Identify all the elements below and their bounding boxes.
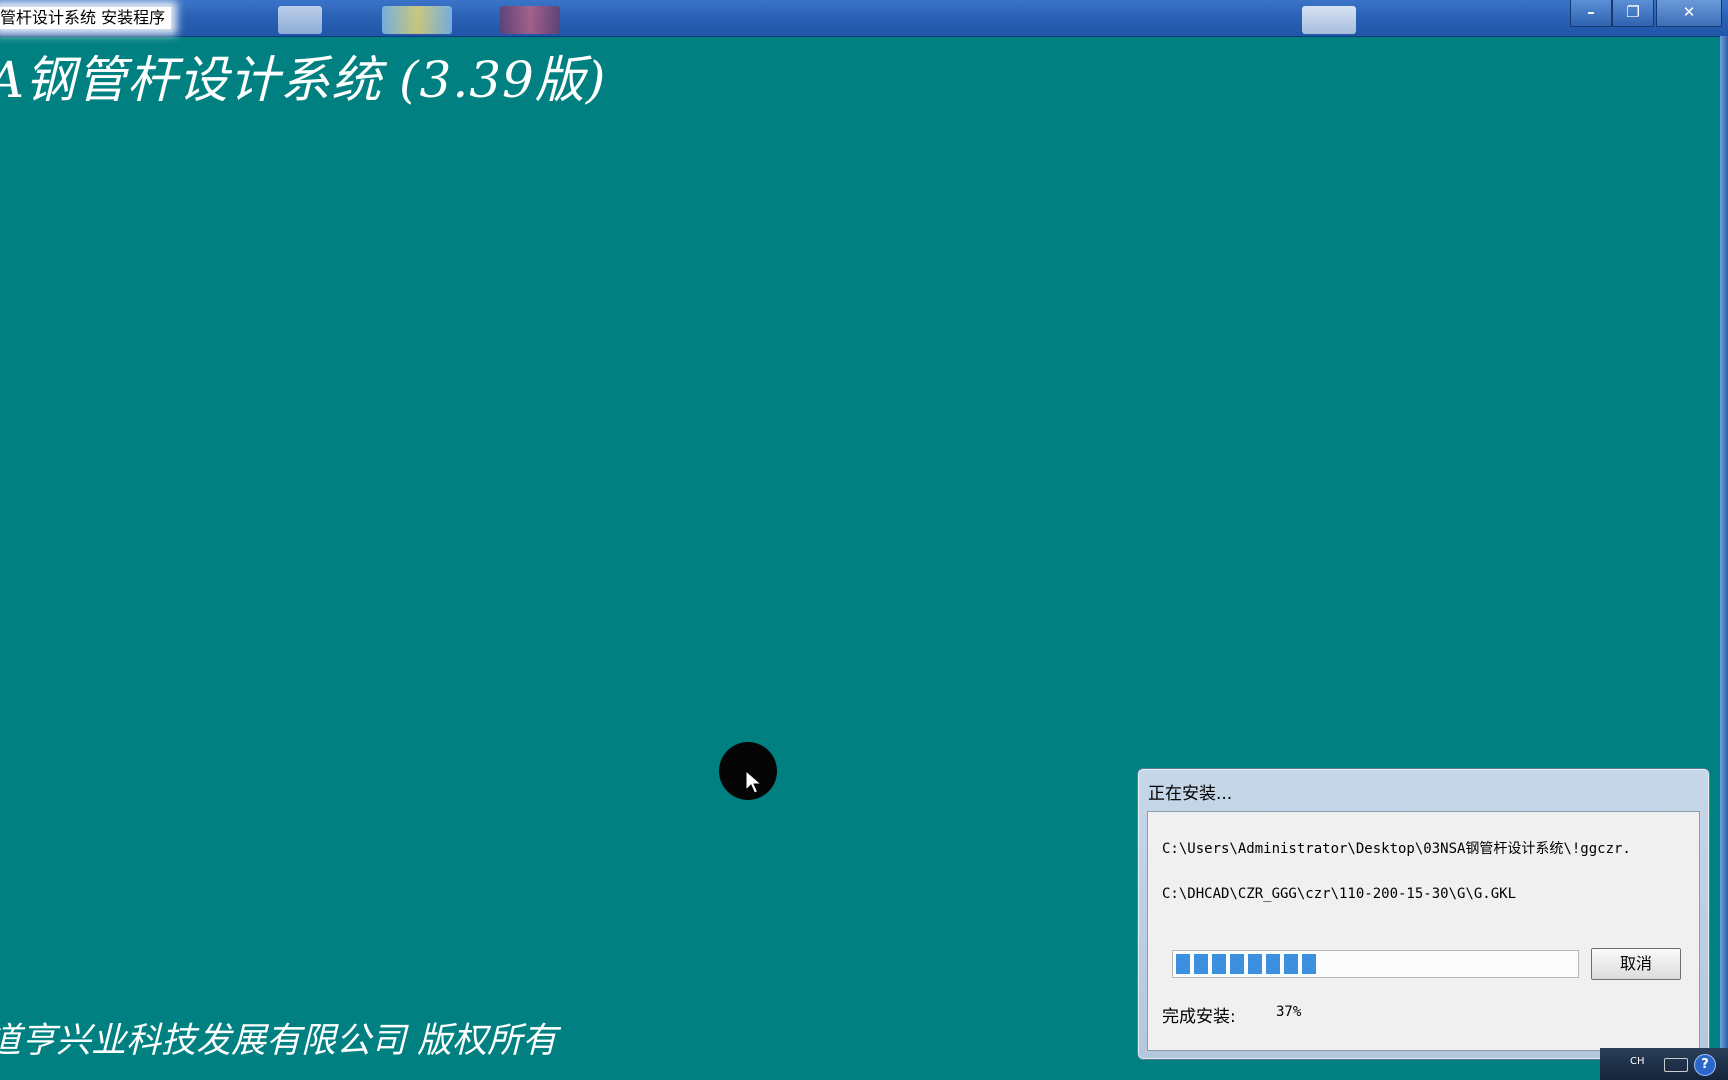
progress-fill <box>1176 954 1316 974</box>
source-path: C:\Users\Administrator\Desktop\03NSA钢管杆设… <box>1162 841 1631 857</box>
taskbar-thumbnail-icon <box>1302 6 1356 34</box>
taskbar-thumbnail-icon <box>382 6 452 34</box>
progress-segment <box>1248 954 1262 974</box>
taskbar-thumbnail-icon <box>278 6 322 34</box>
minimize-button[interactable]: – <box>1570 0 1612 27</box>
keyboard-icon[interactable] <box>1664 1058 1688 1072</box>
mouse-cursor-icon <box>719 742 777 800</box>
window-title: 管杆设计系统 安装程序 <box>0 7 172 29</box>
install-progress-bar <box>1172 950 1579 978</box>
progress-segment <box>1212 954 1226 974</box>
help-icon[interactable]: ? <box>1694 1054 1716 1076</box>
status-percent: 37% <box>1276 1004 1302 1020</box>
progress-segment <box>1194 954 1208 974</box>
copyright-text: 道亨兴业科技发展有限公司 版权所有 <box>0 1021 558 1061</box>
language-indicator[interactable]: CH <box>1630 1056 1645 1067</box>
restore-button[interactable]: ❐ <box>1612 0 1654 27</box>
destination-path: C:\DHCAD\CZR_GGG\czr\110-200-15-30\G\G.G… <box>1162 886 1517 902</box>
progress-segment <box>1266 954 1280 974</box>
cancel-button[interactable]: 取消 <box>1591 948 1681 980</box>
window-frame-edge <box>1720 36 1728 1080</box>
progress-segment <box>1230 954 1244 974</box>
install-dialog: 正在安装... C:\Users\Administrator\Desktop\0… <box>1137 768 1710 1060</box>
dialog-body: C:\Users\Administrator\Desktop\03NSA钢管杆设… <box>1147 811 1700 1051</box>
system-tray: CH ? <box>1600 1048 1728 1080</box>
app-heading: A钢管杆设计系统 (3.39版) <box>0 51 607 109</box>
dialog-title: 正在安装... <box>1148 784 1233 804</box>
progress-segment <box>1284 954 1298 974</box>
progress-segment <box>1302 954 1316 974</box>
taskbar-thumbnail-icon <box>500 6 560 34</box>
close-button[interactable]: ✕ <box>1656 0 1722 27</box>
window-titlebar: 管杆设计系统 安装程序 – ❐ ✕ <box>0 0 1728 37</box>
status-label: 完成安装: <box>1162 1007 1236 1027</box>
progress-segment <box>1176 954 1190 974</box>
